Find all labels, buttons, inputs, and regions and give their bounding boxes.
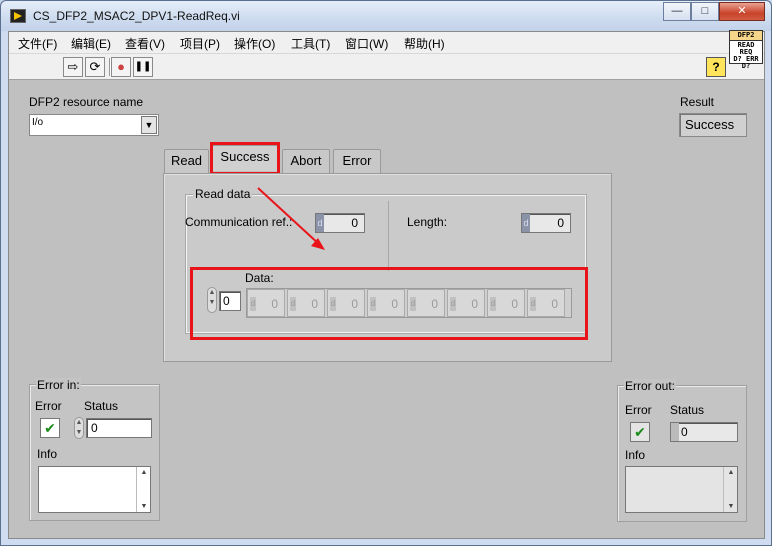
error-out-status-value: 0	[681, 425, 688, 439]
scroll-up-icon[interactable]: ▲	[137, 469, 151, 476]
minimize-button[interactable]: —	[663, 2, 691, 21]
vi-window: CS_DFP2_MSAC2_DPV1-ReadReq.vi — □ ✕ 文件(F…	[0, 0, 772, 546]
scroll-down-icon[interactable]: ▼	[137, 503, 151, 510]
error-in-info-field[interactable]: ▲ ▼	[38, 466, 151, 513]
info-scrollbar[interactable]: ▲ ▼	[723, 467, 737, 512]
pause-icon[interactable]: ❚❚	[133, 57, 153, 77]
vi-icon-line: D? ERR D?	[733, 55, 759, 70]
error-in-status-spinner[interactable]: ▲ ▼	[74, 417, 84, 439]
error-in-status-value: 0	[91, 421, 98, 435]
run-continuously-icon[interactable]: ⟳	[85, 57, 105, 77]
window-title: CS_DFP2_MSAC2_DPV1-ReadReq.vi	[33, 9, 240, 23]
menu-edit[interactable]: 编辑(E)	[71, 35, 111, 52]
error-out-cluster: Error out: Error Status ✔ 0 Info ▲ ▼	[617, 379, 747, 522]
menu-bar: 文件(F) 编辑(E) 查看(V) 项目(P) 操作(O) 工具(T) 窗口(W…	[9, 32, 764, 54]
error-in-status-label: Status	[84, 399, 119, 413]
vi-connector-icon: DFP2 READ REQ D? ERR D?	[729, 30, 763, 70]
front-panel: DFP2 resource name I/o ▼ Result Success …	[9, 80, 764, 538]
menu-tools[interactable]: 工具(T)	[291, 35, 330, 52]
error-out-status-indicator: 0	[670, 422, 738, 442]
menu-help[interactable]: 帮助(H)	[404, 35, 445, 52]
error-in-checkbox[interactable]: ✔	[40, 418, 60, 438]
scroll-up-icon[interactable]: ▲	[724, 469, 738, 476]
error-out-title: Error out:	[624, 379, 677, 393]
vi-icon-header: DFP2	[730, 31, 762, 41]
window-controls: — □ ✕	[663, 2, 765, 21]
error-in-error-label: Error	[35, 399, 62, 413]
error-in-cluster: Error in: Error Status ✔ ▲ ▼ 0 Info ▲ ▼	[29, 378, 160, 521]
maximize-button[interactable]: □	[691, 2, 719, 21]
client-area: 文件(F) 编辑(E) 查看(V) 项目(P) 操作(O) 工具(T) 窗口(W…	[8, 30, 765, 539]
labview-app-icon	[10, 9, 26, 23]
status-marker	[671, 423, 679, 441]
abort-execution-icon[interactable]: ●	[111, 57, 131, 77]
error-out-info-label: Info	[625, 448, 646, 462]
error-in-title: Error in:	[36, 378, 81, 392]
error-in-status-control[interactable]: 0	[86, 418, 152, 438]
context-help-icon[interactable]: ?	[706, 57, 726, 77]
close-button[interactable]: ✕	[719, 2, 765, 21]
error-in-info-label: Info	[37, 447, 58, 461]
menu-view[interactable]: 查看(V)	[125, 35, 165, 52]
error-out-checkbox: ✔	[630, 422, 650, 442]
menu-operate[interactable]: 操作(O)	[234, 35, 275, 52]
error-out-status-label: Status	[670, 403, 705, 417]
run-arrow-icon[interactable]: ⇨	[63, 57, 83, 77]
toolbar: ⇨ ⟳ ● ❚❚ ? DFP2 READ REQ D? ERR D?	[9, 30, 764, 80]
error-out-info-field: ▲ ▼	[625, 466, 738, 513]
menu-file[interactable]: 文件(F)	[18, 35, 57, 52]
menu-project[interactable]: 项目(P)	[180, 35, 220, 52]
error-out-error-label: Error	[625, 403, 652, 417]
info-scrollbar[interactable]: ▲ ▼	[136, 467, 150, 512]
scroll-down-icon[interactable]: ▼	[724, 503, 738, 510]
title-bar[interactable]: CS_DFP2_MSAC2_DPV1-ReadReq.vi — □ ✕	[1, 1, 771, 31]
menu-window[interactable]: 窗口(W)	[345, 35, 388, 52]
